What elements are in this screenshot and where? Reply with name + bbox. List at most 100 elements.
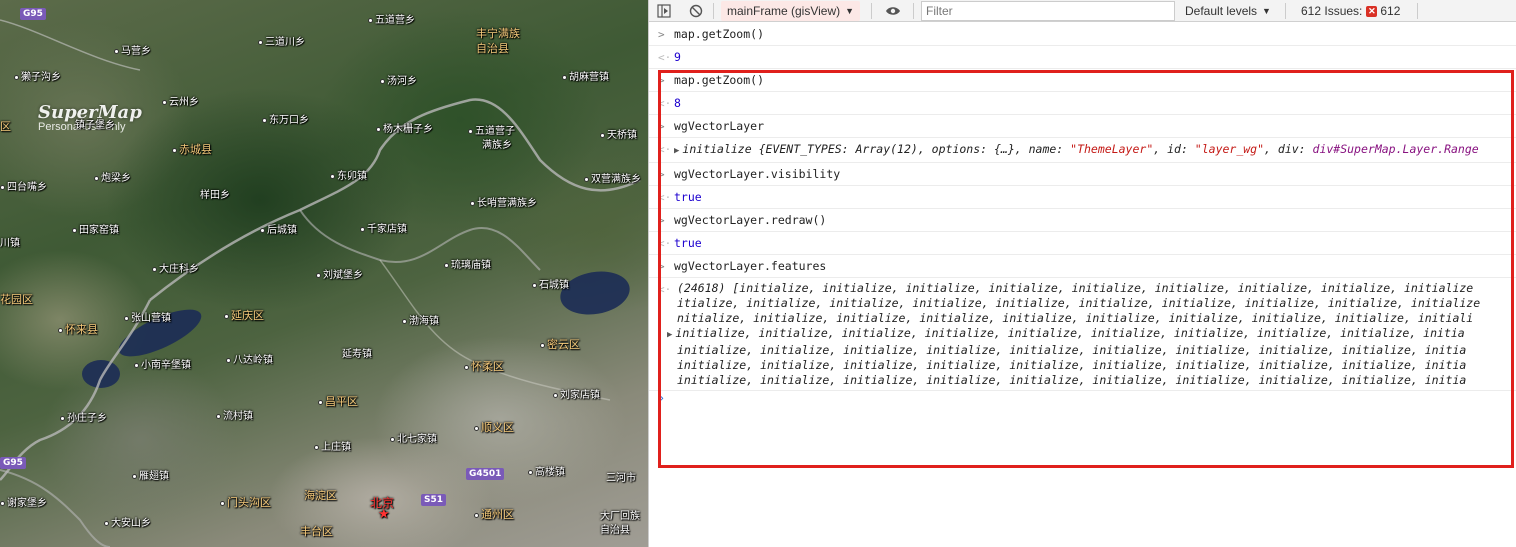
map-label: 四台嘴乡 <box>0 178 47 193</box>
map-label: 石城镇 <box>532 276 569 291</box>
array-line: (24618) [initialize, initialize, initial… <box>677 281 1474 295</box>
toolbar-divider <box>913 3 914 19</box>
console-prompt-input[interactable]: › <box>649 391 1516 409</box>
map-label: 东卯镇 <box>330 167 367 182</box>
console-input-row: > wgVectorLayer.redraw() <box>649 209 1516 232</box>
dropdown-arrow-icon: ▼ <box>845 6 855 16</box>
console-result: 8 <box>674 96 681 110</box>
route-shield: G95 <box>0 457 26 469</box>
console-command: wgVectorLayer.features <box>674 259 827 273</box>
map-label: 千家店镇 <box>360 220 407 235</box>
console-command: map.getZoom() <box>674 73 765 87</box>
console-command: wgVectorLayer.visibility <box>674 167 841 181</box>
console-input-row: > map.getZoom() <box>649 23 1516 46</box>
map-label: 双营满族乡 <box>584 170 641 185</box>
object-div-value: div#SuperMap.Layer.Range <box>1312 142 1479 156</box>
sidebar-toggle-icon <box>657 4 671 18</box>
clear-icon <box>689 4 703 18</box>
map-label: 刘家店镇 <box>553 386 600 401</box>
map-label: 怀来县 <box>58 321 98 337</box>
toolbar-divider <box>1285 3 1286 19</box>
console-input-row: > wgVectorLayer.features <box>649 255 1516 278</box>
map-label: 丰宁满族 <box>476 27 520 40</box>
result-arrow-icon: <· <box>658 143 672 156</box>
map-label: 八达岭镇 <box>226 351 273 366</box>
map-label: 昌平区 <box>318 393 358 409</box>
console-command: map.getZoom() <box>674 27 765 41</box>
dropdown-arrow-icon: ▼ <box>1262 6 1271 16</box>
toolbar-divider <box>713 3 714 19</box>
result-arrow-icon: <· <box>658 237 672 250</box>
map-label: 区 <box>0 120 11 133</box>
sidebar-toggle-button[interactable] <box>657 0 671 22</box>
map-label: 顺义区 <box>474 419 514 435</box>
array-preview: (24618) [initialize, initialize, initial… <box>649 281 1516 388</box>
map-label: 雁翅镇 <box>132 467 169 482</box>
map-label: 丰台区 <box>300 525 333 538</box>
clear-console-button[interactable] <box>689 0 703 22</box>
map-label: 通州区 <box>474 506 514 522</box>
map-label: 上庄镇 <box>314 438 351 453</box>
map-label: 川镇 <box>0 238 20 249</box>
capital-star-icon: ★ <box>378 507 390 522</box>
result-arrow-icon: <· <box>658 283 672 296</box>
console-result-row[interactable]: <· ▶ initialize {EVENT_TYPES: Array(12), … <box>649 138 1516 163</box>
toolbar-divider <box>1417 3 1418 19</box>
eye-icon <box>886 7 900 15</box>
map-label: 五道营乡 <box>368 11 415 26</box>
map-label: 大安山乡 <box>104 514 151 529</box>
map-label: 琉璃庙镇 <box>444 256 491 271</box>
console-messages: > map.getZoom() <· 9 > map.getZoom() <· … <box>649 23 1516 409</box>
object-name-value: "ThemeLayer" <box>1070 142 1154 156</box>
map-label: 长哨营满族乡 <box>470 194 537 209</box>
console-command: wgVectorLayer <box>674 119 765 133</box>
object-preview-mid: , id: <box>1153 142 1195 156</box>
console-result: 9 <box>674 50 681 64</box>
map-label: 流村镇 <box>216 407 253 422</box>
map-label: 小南辛堡镇 <box>134 356 191 371</box>
map-label: 怀柔区 <box>464 358 504 374</box>
map-label: 北七家镇 <box>390 430 437 445</box>
map-label: 田家窑镇 <box>72 221 119 236</box>
expand-triangle-icon[interactable]: ▶ <box>674 143 679 160</box>
input-chevron-icon: > <box>658 74 665 87</box>
filter-input[interactable] <box>921 1 1175 21</box>
console-input-row: > wgVectorLayer <box>649 115 1516 138</box>
map-label: 自治县 <box>600 525 630 536</box>
map-label: 东万口乡 <box>262 111 309 126</box>
object-preview: initialize {EVENT_TYPES: Array(12), opti… <box>682 142 1071 156</box>
log-levels-dropdown[interactable]: Default levels ▼ <box>1185 0 1271 22</box>
map-label: 炮梁乡 <box>94 169 131 184</box>
map-label: 延庆区 <box>224 307 264 323</box>
array-line-expandable[interactable]: ▶ initialize, initialize, initialize, ini… <box>667 326 1516 343</box>
array-line: initialize, initialize, initialize, init… <box>677 343 1467 357</box>
console-array-result[interactable]: <· (24618) [initialize, initialize, init… <box>649 278 1516 391</box>
map-label: 汤河乡 <box>380 72 417 87</box>
array-line: initialize, initialize, initialize, init… <box>677 358 1467 372</box>
input-chevron-icon: > <box>658 120 665 133</box>
result-arrow-icon: <· <box>658 191 672 204</box>
issues-button[interactable]: 612 Issues: ✕ 612 <box>1301 0 1400 22</box>
map-label: 延寿镇 <box>342 349 372 360</box>
toolbar-divider <box>871 3 872 19</box>
input-chevron-icon: > <box>658 214 665 227</box>
live-expression-button[interactable] <box>885 0 901 22</box>
input-chevron-icon: > <box>658 168 665 181</box>
map-label: 密云区 <box>540 336 580 352</box>
map-label: 孙庄子乡 <box>60 409 107 424</box>
context-select[interactable]: mainFrame (gisView) ▼ <box>721 1 861 21</box>
map-label: 獭子沟乡 <box>14 68 61 83</box>
prompt-caret-icon: › <box>658 391 666 405</box>
expand-triangle-icon[interactable]: ▶ <box>667 328 672 343</box>
context-label: mainFrame (gisView) <box>727 4 841 18</box>
map-label: 五道营子 <box>468 122 515 137</box>
devtools-console-panel: mainFrame (gisView) ▼ Default levels ▼ 6… <box>648 0 1516 547</box>
map-view[interactable]: G95 G95 S51 G4501 SuperMap Personal use … <box>0 0 648 547</box>
map-label: 胡麻营镇 <box>562 68 609 83</box>
error-x-icon: ✕ <box>1366 5 1378 17</box>
console-result-row: <· true <box>649 232 1516 255</box>
result-arrow-icon: <· <box>658 51 672 64</box>
input-chevron-icon: > <box>658 260 665 273</box>
map-label: 满族乡 <box>482 140 512 151</box>
issues-label: 612 Issues: <box>1301 4 1363 18</box>
